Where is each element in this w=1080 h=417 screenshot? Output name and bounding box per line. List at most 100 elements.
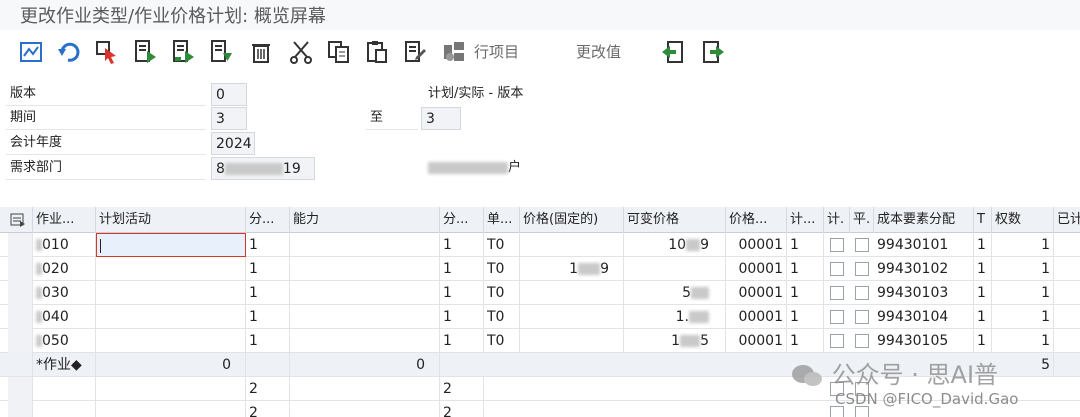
row-selector[interactable]	[8, 281, 33, 305]
variable-price-cell[interactable]: 15	[624, 329, 726, 353]
calc-checkbox[interactable]	[830, 238, 844, 252]
t-cell[interactable]: 1	[974, 281, 992, 305]
cost-element-cell[interactable]: 99430105	[874, 329, 974, 353]
unit-cell[interactable]: T0	[484, 329, 520, 353]
price-unit-cell[interactable]: 00001	[726, 329, 787, 353]
col-calculated[interactable]: 已计	[1054, 207, 1080, 233]
avg-checkbox[interactable]	[855, 238, 869, 252]
plan-activity-cell[interactable]	[96, 281, 246, 305]
dist-cell[interactable]: 2	[246, 401, 290, 417]
t-cell[interactable]: 1	[974, 329, 992, 353]
line-items-button[interactable]: 行项目	[474, 41, 519, 62]
col-plan-ind[interactable]: 计...	[787, 207, 824, 233]
unit-cell[interactable]: T0	[484, 233, 520, 257]
fixed-price-cell[interactable]	[520, 329, 624, 353]
undo-icon[interactable]	[56, 39, 82, 65]
table-row[interactable]: 020 1 1 T0 19 00001 1 99430102 1 1	[0, 257, 1080, 281]
col-capacity[interactable]: 能力	[290, 207, 440, 233]
plan-ind-cell[interactable]: 1	[787, 329, 824, 353]
dist-cell[interactable]: 1	[246, 257, 290, 281]
capacity-cell[interactable]	[290, 329, 440, 353]
activity-cell[interactable]	[33, 377, 96, 401]
row-selector[interactable]	[8, 257, 33, 281]
unit-cell[interactable]: T0	[484, 281, 520, 305]
price-unit-cell[interactable]: 00001	[726, 305, 787, 329]
col-weight[interactable]: 权数	[992, 207, 1054, 233]
plan-activity-cell[interactable]	[96, 377, 246, 401]
weight-cell[interactable]: 1	[992, 233, 1054, 257]
version-field[interactable]: 0	[211, 83, 247, 106]
t-cell[interactable]: 1	[974, 257, 992, 281]
row-selector[interactable]	[8, 329, 33, 353]
copy-icon[interactable]	[326, 39, 352, 65]
avg-checkbox[interactable]	[855, 334, 869, 348]
fixed-price-cell[interactable]	[520, 305, 624, 329]
col-calc[interactable]: 计.	[824, 207, 850, 233]
plan-ind-cell[interactable]: 1	[787, 281, 824, 305]
cost-element-cell[interactable]: 99430103	[874, 281, 974, 305]
col-plan-activity[interactable]: 计划活动	[96, 207, 246, 233]
capacity-cell[interactable]	[290, 233, 440, 257]
dist-cell[interactable]: 1	[246, 329, 290, 353]
avg-checkbox[interactable]	[855, 310, 869, 324]
dist-cell[interactable]: 1	[440, 257, 484, 281]
calc-checkbox[interactable]	[830, 310, 844, 324]
col-dist-1[interactable]: 分...	[246, 207, 290, 233]
plan-ind-cell[interactable]: 1	[787, 305, 824, 329]
cost-element-cell[interactable]: 99430104	[874, 305, 974, 329]
row-selector[interactable]	[8, 401, 33, 417]
change-value-button[interactable]: 更改值	[576, 41, 621, 62]
plan-activity-cell[interactable]	[96, 257, 246, 281]
capacity-cell[interactable]	[290, 305, 440, 329]
dist-cell[interactable]: 1	[440, 305, 484, 329]
price-unit-cell[interactable]: 00001	[726, 281, 787, 305]
weight-cell[interactable]: 1	[992, 257, 1054, 281]
col-variable-price[interactable]: 可变价格	[624, 207, 726, 233]
col-t[interactable]: T	[974, 207, 992, 233]
variable-price-cell[interactable]: 10 9	[624, 233, 726, 257]
table-row[interactable]: 030 1 1 T0 5 00001 1 99430103 1 1	[0, 281, 1080, 305]
col-cost-element[interactable]: 成本要素分配	[874, 207, 974, 233]
paste-icon[interactable]	[364, 39, 390, 65]
weight-cell[interactable]: 1	[992, 281, 1054, 305]
filter-icon[interactable]	[208, 39, 234, 65]
period-from-field[interactable]: 3	[211, 107, 247, 130]
activity-cell[interactable]	[33, 401, 96, 417]
avg-checkbox[interactable]	[855, 286, 869, 300]
col-price-unit[interactable]: 价格...	[726, 207, 787, 233]
row-selector[interactable]	[8, 233, 33, 257]
dist-cell[interactable]: 2	[440, 401, 484, 417]
table-row[interactable]: 050 1 1 T0 15 00001 1 99430105 1 1	[0, 329, 1080, 353]
capacity-cell[interactable]	[290, 401, 440, 417]
cut-icon[interactable]	[288, 39, 314, 65]
dist-cell[interactable]: 1	[440, 233, 484, 257]
weight-cell[interactable]: 1	[992, 305, 1054, 329]
dist-cell[interactable]: 2	[440, 377, 484, 401]
dist-cell[interactable]: 1	[246, 305, 290, 329]
dist-cell[interactable]: 2	[246, 377, 290, 401]
col-activity[interactable]: 作业...	[33, 207, 96, 233]
price-unit-cell[interactable]: 00001	[726, 233, 787, 257]
col-fixed-price[interactable]: 价格(固定的)	[520, 207, 624, 233]
variable-price-cell[interactable]: 1.	[624, 305, 726, 329]
select-all-icon[interactable]	[8, 207, 33, 233]
select-icon[interactable]	[94, 39, 120, 65]
sort-desc-icon[interactable]	[170, 39, 196, 65]
dist-cell[interactable]: 1	[246, 233, 290, 257]
capacity-cell[interactable]	[290, 257, 440, 281]
cost-element-cell[interactable]: 99430101	[874, 233, 974, 257]
variable-price-cell[interactable]	[624, 257, 726, 281]
edit-icon[interactable]	[402, 39, 428, 65]
unit-cell[interactable]: T0	[484, 305, 520, 329]
table-row[interactable]: 010 1 1 T0 10 9 00001 1 99430101 1 1	[0, 233, 1080, 257]
plan-ind-cell[interactable]: 1	[787, 257, 824, 281]
unit-cell[interactable]: T0	[484, 257, 520, 281]
plan-activity-input[interactable]	[96, 233, 246, 257]
fixed-price-cell[interactable]: 19	[520, 257, 624, 281]
price-unit-cell[interactable]: 00001	[726, 257, 787, 281]
t-cell[interactable]: 1	[974, 233, 992, 257]
sort-asc-icon[interactable]	[132, 39, 158, 65]
fixed-price-cell[interactable]	[520, 281, 624, 305]
capacity-cell[interactable]	[290, 377, 440, 401]
table-row[interactable]: 040 1 1 T0 1. 00001 1 99430104 1 1	[0, 305, 1080, 329]
